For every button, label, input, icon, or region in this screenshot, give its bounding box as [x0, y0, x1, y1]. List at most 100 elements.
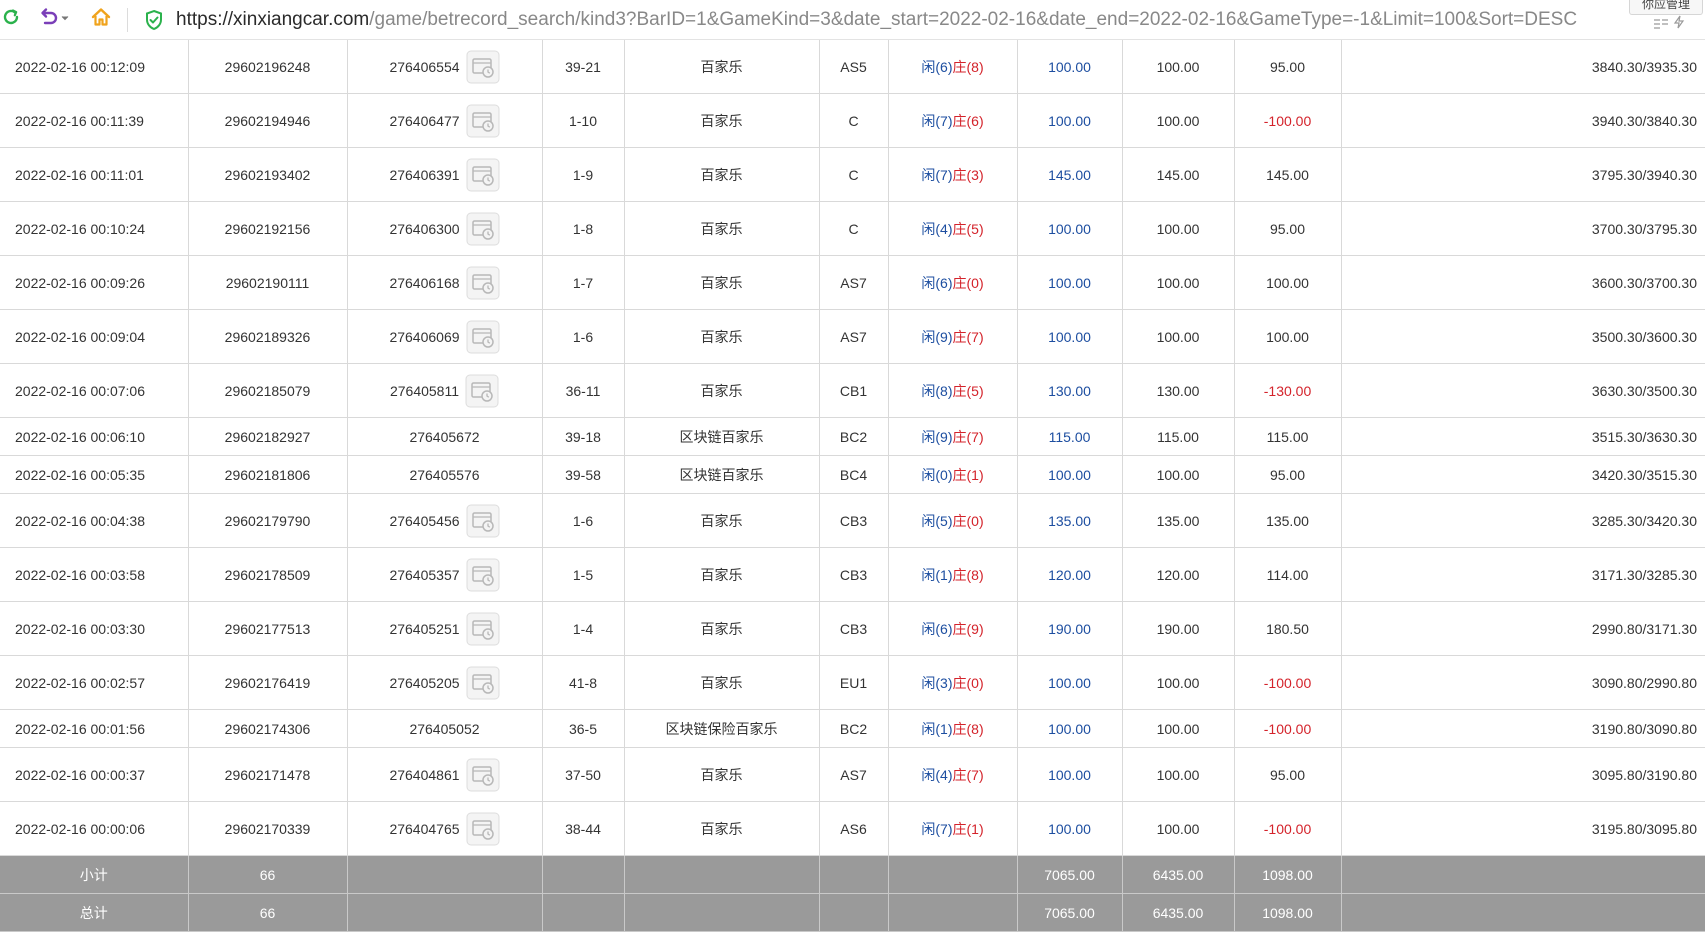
- table-code-cell: C: [819, 147, 889, 202]
- toolbar-separator: [127, 8, 128, 32]
- table-code-cell: BC2: [819, 709, 889, 748]
- valid-bet-cell: 100.00: [1122, 93, 1235, 148]
- replay-video-icon[interactable]: [466, 266, 500, 300]
- replay-video-icon[interactable]: [466, 666, 500, 700]
- win-loss-cell: 100.00: [1234, 309, 1342, 364]
- win-loss-cell: 180.50: [1234, 601, 1342, 656]
- bet-time-cell: 2022-02-16 00:00:37: [0, 747, 189, 802]
- bet-amount-cell: 100.00: [1017, 655, 1123, 710]
- result-cell: 闲(9)庄(7): [888, 309, 1018, 364]
- game-name-cell: 百家乐: [624, 147, 820, 202]
- balance-change-cell: 3190.80/3090.80: [1341, 709, 1705, 748]
- round-number-cell: 276405205: [347, 655, 543, 710]
- bet-amount-cell: 120.00: [1017, 547, 1123, 602]
- table-row: 2022-02-16 00:09:04 29602189326 276406069 1…: [0, 309, 1705, 364]
- round-id-wrap: 276405672: [409, 429, 479, 445]
- home-button[interactable]: [88, 6, 114, 32]
- bet-amount-cell: 135.00: [1017, 493, 1123, 548]
- round-number: 276405205: [389, 674, 460, 691]
- player-result: 闲(6): [921, 58, 953, 75]
- lightning-icon[interactable]: [1672, 15, 1686, 32]
- win-loss-cell: 135.00: [1234, 493, 1342, 548]
- round-id-wrap: 276405576: [409, 467, 479, 483]
- chevron-down-icon[interactable]: [60, 10, 70, 28]
- round-number: 276406477: [389, 112, 460, 129]
- banker-result: 庄(0): [952, 274, 984, 291]
- result-cell: 闲(7)庄(1): [888, 801, 1018, 856]
- bet-amount-cell: 100.00: [1017, 93, 1123, 148]
- valid-bet-cell: 100.00: [1122, 40, 1235, 94]
- grid-icon[interactable]: [1653, 18, 1672, 32]
- replay-video-icon[interactable]: [466, 612, 500, 646]
- summary-count-cell: 66: [188, 893, 348, 932]
- round-id-wrap: 276404861: [389, 758, 500, 792]
- table-code-cell: AS5: [819, 40, 889, 94]
- replay-video-icon[interactable]: [466, 104, 500, 138]
- bet-time-cell: 2022-02-16 00:01:56: [0, 709, 189, 748]
- result-cell: 闲(7)庄(6): [888, 93, 1018, 148]
- shield-check-icon[interactable]: [143, 9, 165, 31]
- replay-video-icon[interactable]: [466, 758, 500, 792]
- game-name-cell: 百家乐: [624, 601, 820, 656]
- table-row: 2022-02-16 00:12:09 29602196248 276406554 3…: [0, 40, 1705, 94]
- round-number-cell: 276406168: [347, 255, 543, 310]
- reload-button[interactable]: [0, 6, 22, 32]
- valid-bet-cell: 100.00: [1122, 801, 1235, 856]
- replay-video-icon[interactable]: [466, 504, 500, 538]
- game-name-cell: 百家乐: [624, 201, 820, 256]
- game-name-cell: 区块链百家乐: [624, 417, 820, 456]
- shoe-hand-cell: 39-21: [542, 40, 625, 94]
- player-result: 闲(7): [921, 820, 953, 837]
- valid-bet-cell: 100.00: [1122, 655, 1235, 710]
- popup-tab[interactable]: 你应管理: [1629, 0, 1703, 15]
- round-number-cell: 276406554: [347, 40, 543, 94]
- replay-video-icon[interactable]: [466, 50, 500, 84]
- undo-button[interactable]: [34, 6, 74, 32]
- order-number-cell: 29602182927: [188, 417, 348, 456]
- order-number-cell: 29602171478: [188, 747, 348, 802]
- bet-time-cell: 2022-02-16 00:12:09: [0, 40, 189, 94]
- table-row: 2022-02-16 00:07:06 29602185079 276405811 3…: [0, 363, 1705, 418]
- replay-video-icon[interactable]: [466, 212, 500, 246]
- balance-change-cell: 3285.30/3420.30: [1341, 493, 1705, 548]
- game-name-cell: 区块链百家乐: [624, 455, 820, 494]
- replay-video-icon[interactable]: [466, 812, 500, 846]
- table-code-cell: BC4: [819, 455, 889, 494]
- order-number-cell: 29602190111: [188, 255, 348, 310]
- summary-empty-cell: [819, 855, 889, 894]
- table-code-cell: CB1: [819, 363, 889, 418]
- banker-result: 庄(0): [952, 512, 984, 529]
- result-cell: 闲(1)庄(8): [888, 547, 1018, 602]
- shoe-hand-cell: 38-44: [542, 801, 625, 856]
- bet-amount-cell: 100.00: [1017, 201, 1123, 256]
- bet-time-cell: 2022-02-16 00:04:38: [0, 493, 189, 548]
- round-id-wrap: 276406391: [389, 158, 500, 192]
- result-cell: 闲(4)庄(5): [888, 201, 1018, 256]
- valid-bet-cell: 100.00: [1122, 201, 1235, 256]
- replay-video-icon[interactable]: [466, 558, 500, 592]
- win-loss-cell: 114.00: [1234, 547, 1342, 602]
- round-number: 276405456: [389, 512, 460, 529]
- balance-change-cell: 3515.30/3630.30: [1341, 417, 1705, 456]
- summary-count-cell: 66: [188, 855, 348, 894]
- win-loss-cell: 95.00: [1234, 201, 1342, 256]
- round-id-wrap: 276406168: [389, 266, 500, 300]
- shoe-hand-cell: 1-6: [542, 309, 625, 364]
- summary-bet-cell: 7065.00: [1017, 855, 1123, 894]
- address-bar[interactable]: https://xinxiangcar.com/game/betrecord_s…: [176, 7, 1646, 33]
- replay-video-icon[interactable]: [466, 158, 500, 192]
- win-loss-cell: -130.00: [1234, 363, 1342, 418]
- replay-video-icon[interactable]: [465, 374, 499, 408]
- win-loss-cell: -100.00: [1234, 655, 1342, 710]
- bet-time-cell: 2022-02-16 00:11:39: [0, 93, 189, 148]
- order-number-cell: 29602181806: [188, 455, 348, 494]
- result-cell: 闲(0)庄(1): [888, 455, 1018, 494]
- round-number-cell: 276405811: [347, 363, 543, 418]
- round-number: 276406168: [389, 274, 460, 291]
- valid-bet-cell: 100.00: [1122, 747, 1235, 802]
- banker-result: 庄(6): [952, 112, 984, 129]
- replay-video-icon[interactable]: [466, 320, 500, 354]
- balance-change-cell: 3630.30/3500.30: [1341, 363, 1705, 418]
- round-number-cell: 276406477: [347, 93, 543, 148]
- round-number-cell: 276406300: [347, 201, 543, 256]
